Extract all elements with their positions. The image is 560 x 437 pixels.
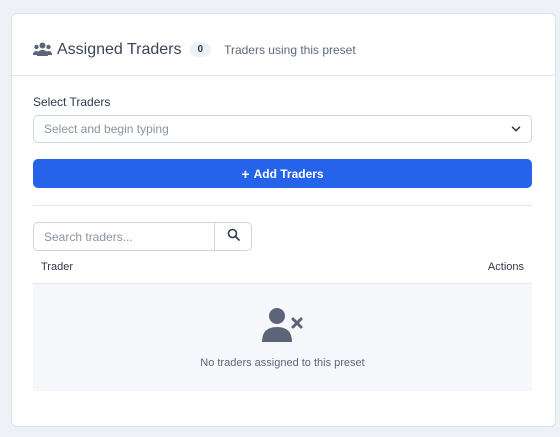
user-remove-icon: [261, 307, 305, 343]
column-header-actions: Actions: [487, 261, 524, 273]
empty-message: No traders assigned to this preset: [200, 357, 365, 369]
select-traders-dropdown[interactable]: Select and begin typing: [33, 115, 532, 143]
search-button[interactable]: [214, 222, 252, 251]
empty-state: No traders assigned to this preset: [33, 284, 532, 391]
chevron-down-icon: [511, 124, 521, 134]
search-input[interactable]: Search traders...: [33, 222, 214, 251]
card-body: Select Traders Select and begin typing +…: [12, 76, 555, 391]
users-icon: [33, 42, 52, 57]
add-traders-label: Add Traders: [253, 166, 324, 181]
select-traders-placeholder: Select and begin typing: [44, 122, 169, 136]
search-row: Search traders...: [33, 222, 534, 251]
plus-icon: +: [241, 165, 250, 182]
assigned-traders-card: Assigned Traders 0 Traders using this pr…: [11, 13, 556, 427]
table-header: Trader Actions: [33, 251, 532, 284]
header-subtitle: Traders using this preset: [224, 42, 356, 57]
column-header-trader: Trader: [41, 261, 73, 273]
add-traders-button[interactable]: + Add Traders: [33, 159, 532, 188]
count-badge: 0: [189, 42, 212, 57]
card-header: Assigned Traders 0 Traders using this pr…: [12, 14, 555, 76]
select-traders-label: Select Traders: [33, 95, 111, 109]
search-icon: [227, 228, 240, 246]
search-placeholder: Search traders...: [44, 229, 133, 244]
page-title: Assigned Traders: [57, 40, 182, 58]
divider: [33, 205, 532, 206]
